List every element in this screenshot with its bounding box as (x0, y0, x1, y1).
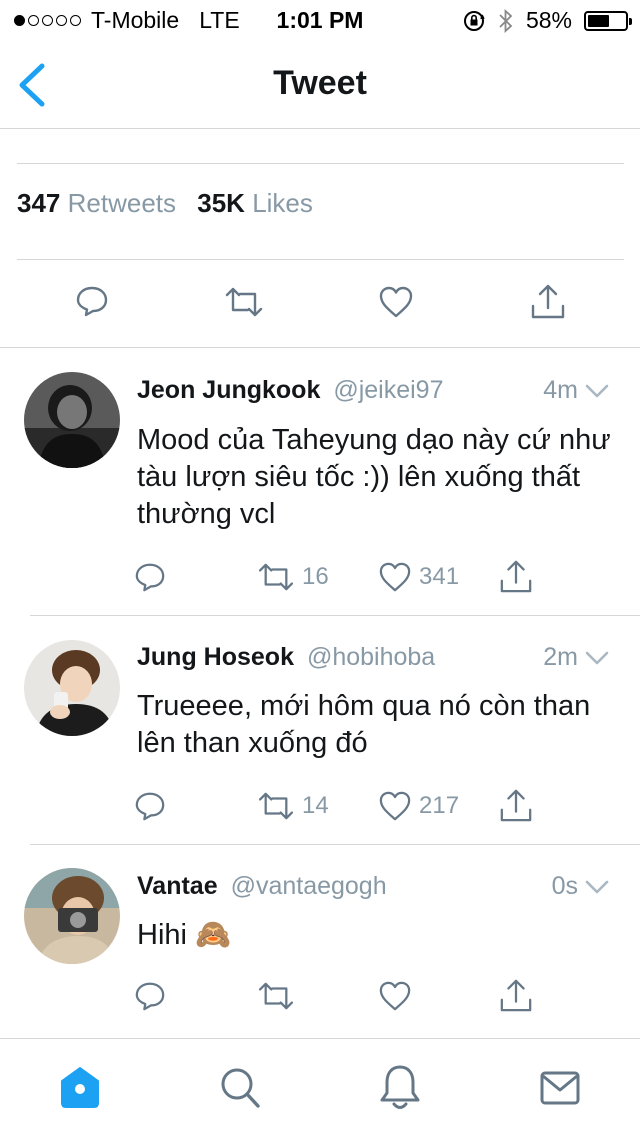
search-icon[interactable] (218, 1063, 262, 1113)
stats-bottom-divider (17, 259, 624, 260)
retweet-icon (258, 563, 294, 591)
share-button[interactable] (499, 558, 533, 594)
share-icon (531, 284, 565, 319)
heart-icon (379, 981, 411, 1011)
like-button[interactable] (378, 980, 412, 1012)
share-button[interactable] (499, 977, 533, 1013)
retweet-icon (258, 792, 294, 820)
retweet-count: 16 (302, 563, 329, 590)
navigation-bar: Tweet (0, 40, 640, 129)
likes-label[interactable]: Likes (252, 188, 313, 218)
retweet-icon (258, 982, 294, 1010)
bell-icon[interactable] (378, 1063, 422, 1113)
reply-author: Jeon Jungkook @jeikei97 (137, 376, 443, 405)
author-handle[interactable]: @vantaegogh (231, 872, 387, 900)
page-title: Tweet (273, 64, 367, 102)
reply-icon (135, 563, 165, 592)
main-like-button[interactable] (378, 285, 414, 319)
reply-author: Vantae @vantaegogh (137, 872, 387, 901)
orientation-lock-icon (463, 10, 485, 31)
chevron-down-icon[interactable] (584, 649, 610, 667)
share-button[interactable] (499, 787, 533, 823)
avatar[interactable] (24, 372, 120, 468)
stats-top-divider (17, 163, 624, 164)
battery-percent: 58% (525, 7, 572, 33)
author-handle[interactable]: @jeikei97 (333, 376, 443, 404)
reply-icon (135, 792, 165, 821)
status-bar: T-Mobile LTE 1:01 PM 58% (0, 0, 640, 40)
retweet-button[interactable] (257, 981, 295, 1011)
avatar[interactable] (24, 640, 120, 736)
tweet-stats: 347 Retweets 35K Likes (17, 188, 313, 219)
reply-button[interactable] (134, 790, 166, 822)
reply-text: Mood của Taheyung dạo này cứ như tàu lượ… (137, 424, 611, 530)
retweet-button[interactable]: 14 (257, 791, 329, 821)
heart-icon (379, 562, 411, 592)
retweet-icon (225, 287, 263, 317)
avatar[interactable] (24, 868, 120, 964)
reply-meta: 0s (552, 872, 610, 901)
heart-icon (379, 791, 411, 821)
reply-timestamp: 0s (551, 872, 578, 900)
share-icon (500, 789, 532, 822)
main-retweet-button[interactable] (224, 286, 264, 318)
reply-icon (76, 286, 108, 317)
retweets-count[interactable]: 347 (17, 188, 60, 218)
reply-timestamp: 2m (543, 643, 578, 671)
reply-divider (30, 844, 640, 845)
reply-button[interactable] (134, 561, 166, 593)
main-reply-button[interactable] (75, 284, 109, 318)
share-icon (500, 560, 532, 593)
reply-meta: 2m (543, 643, 610, 672)
like-button[interactable]: 341 (378, 561, 459, 593)
reply-text: Hihi 🙈 (137, 919, 232, 951)
chevron-down-icon[interactable] (584, 382, 610, 400)
replies-top-divider (0, 347, 640, 348)
reply-author: Jung Hoseok @hobihoba (137, 643, 435, 672)
reply-timestamp: 4m (543, 376, 578, 404)
like-button[interactable]: 217 (378, 790, 459, 822)
author-name[interactable]: Vantae (137, 872, 218, 900)
tab-bar (0, 1038, 640, 1136)
tweet-detail-screen: T-Mobile LTE 1:01 PM 58% Tweet 347 Retwe… (0, 0, 640, 1136)
status-right: 58% (462, 7, 632, 34)
retweet-button[interactable]: 16 (257, 562, 329, 592)
author-name[interactable]: Jeon Jungkook (137, 376, 320, 404)
home-icon[interactable] (58, 1063, 102, 1113)
retweet-count: 14 (302, 792, 329, 819)
reply-text: Trueeee, mới hôm qua nó còn than lên tha… (137, 690, 591, 759)
heart-icon (379, 286, 413, 318)
reply-icon (135, 982, 165, 1011)
retweets-label[interactable]: Retweets (68, 188, 176, 218)
likes-count[interactable]: 35K (197, 188, 245, 218)
share-icon (500, 979, 532, 1012)
main-share-button[interactable] (530, 282, 566, 320)
battery-icon (584, 10, 632, 31)
author-name[interactable]: Jung Hoseok (137, 643, 294, 671)
chevron-down-icon[interactable] (584, 878, 610, 896)
like-count: 341 (419, 563, 460, 590)
reply-button[interactable] (134, 980, 166, 1012)
mail-icon[interactable] (538, 1063, 582, 1113)
reply-meta: 4m (543, 376, 610, 405)
author-handle[interactable]: @hobihoba (307, 643, 435, 671)
reply-divider (30, 615, 640, 616)
like-count: 217 (419, 792, 460, 819)
bluetooth-icon (499, 8, 513, 33)
